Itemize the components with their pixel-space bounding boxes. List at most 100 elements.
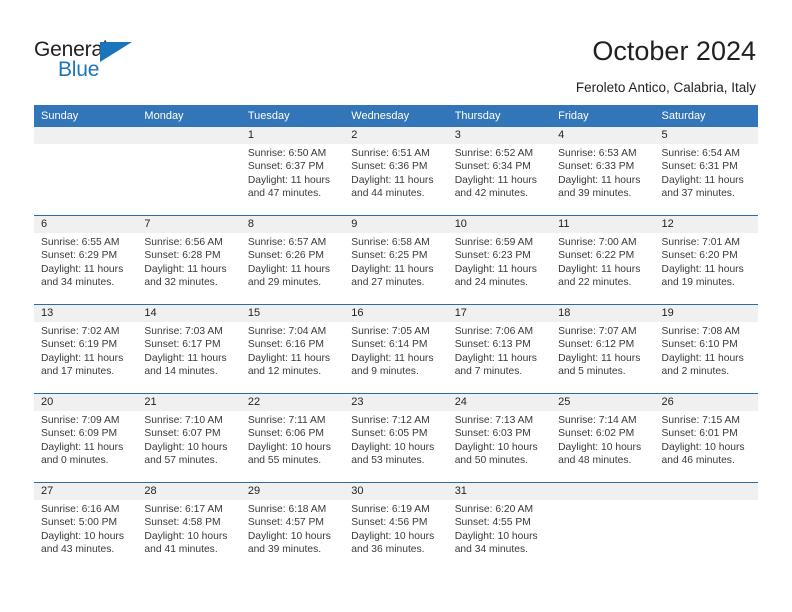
day-sun-details: Sunrise: 7:02 AM Sunset: 6:19 PM Daylight:… — [34, 322, 137, 378]
calendar-day-cell[interactable]: 23 Sunrise: 7:12 AM Sunset: 6:05 PM Dayligh… — [344, 393, 448, 483]
daylight-duration-line1: Daylight: 10 hours — [661, 441, 745, 453]
daylight-duration-line2: and 43 minutes. — [41, 543, 115, 555]
day-number: 19 — [654, 305, 758, 322]
calendar-day-cell[interactable]: 20 Sunrise: 7:09 AM Sunset: 6:09 PM Dayligh… — [34, 393, 138, 483]
day-sun-details: Sunrise: 6:20 AM Sunset: 4:55 PM Daylight:… — [448, 500, 551, 556]
day-number: 3 — [447, 127, 552, 144]
sunrise-time: Sunrise: 6:53 AM — [558, 148, 637, 159]
calendar-day-cell[interactable]: 28 Sunrise: 6:17 AM Sunset: 4:58 PM Dayligh… — [137, 482, 241, 571]
sunrise-time: Sunrise: 6:57 AM — [247, 237, 327, 248]
calendar-day-cell[interactable]: 14 Sunrise: 7:03 AM Sunset: 6:17 PM Dayligh… — [137, 304, 241, 394]
daylight-duration-line2: and 39 minutes. — [558, 187, 632, 199]
day-sun-details: Sunrise: 7:00 AM Sunset: 6:22 PM Daylight:… — [551, 233, 654, 289]
sunset-time: Sunset: 4:56 PM — [351, 517, 428, 529]
daylight-duration-line1: Daylight: 10 hours — [144, 441, 228, 453]
calendar-day-cell[interactable]: 16 Sunrise: 7:05 AM Sunset: 6:14 PM Dayligh… — [344, 304, 448, 394]
day-number: 18 — [551, 305, 655, 322]
blue-triangle-icon — [100, 42, 132, 62]
day-sun-details: Sunrise: 7:06 AM Sunset: 6:13 PM Daylight:… — [448, 322, 551, 378]
sunset-time: Sunset: 6:20 PM — [661, 250, 738, 262]
calendar-day-cell[interactable]: 18 Sunrise: 7:07 AM Sunset: 6:12 PM Dayligh… — [551, 304, 655, 394]
calendar-day-cell[interactable]: 7 Sunrise: 6:56 AM Sunset: 6:28 PM Daylight… — [137, 215, 241, 305]
sunset-time: Sunset: 5:00 PM — [41, 517, 118, 529]
day-number: 2 — [344, 127, 448, 144]
calendar-day-cell[interactable]: 21 Sunrise: 7:10 AM Sunset: 6:07 PM Dayligh… — [137, 393, 241, 483]
sunrise-time: Sunrise: 7:08 AM — [661, 326, 740, 337]
general-blue-logo[interactable]: General Blue — [34, 38, 194, 88]
calendar-day-cell[interactable]: 10 Sunrise: 6:59 AM Sunset: 6:23 PM Dayligh… — [447, 215, 552, 305]
calendar-day-cell[interactable]: 12 Sunrise: 7:01 AM Sunset: 6:20 PM Dayligh… — [654, 215, 758, 305]
sunrise-time: Sunrise: 6:59 AM — [454, 237, 534, 248]
calendar-day-cell[interactable]: 2 Sunrise: 6:51 AM Sunset: 6:36 PM Daylight… — [344, 127, 448, 216]
day-sun-details: Sunrise: 7:15 AM Sunset: 6:01 PM Daylight:… — [655, 411, 758, 467]
daylight-duration-line1: Daylight: 10 hours — [454, 441, 538, 453]
weekday-header-thursday: Thursday — [447, 105, 552, 127]
sunset-time: Sunset: 4:58 PM — [144, 517, 221, 529]
calendar-day-cell[interactable]: 15 Sunrise: 7:04 AM Sunset: 6:16 PM Dayligh… — [240, 304, 345, 394]
daylight-duration-line2: and 48 minutes. — [558, 454, 632, 466]
sunrise-time: Sunrise: 6:54 AM — [661, 148, 740, 159]
calendar-day-cell[interactable]: 6 Sunrise: 6:55 AM Sunset: 6:29 PM Daylight… — [34, 215, 138, 305]
sunset-time: Sunset: 6:09 PM — [41, 428, 118, 440]
daylight-duration-line2: and 7 minutes. — [454, 365, 523, 377]
sunset-time: Sunset: 6:03 PM — [454, 428, 531, 440]
day-number: 24 — [447, 394, 552, 411]
sunset-time: Sunset: 6:02 PM — [558, 428, 635, 440]
sunrise-time: Sunrise: 6:19 AM — [351, 504, 430, 515]
calendar-day-cell[interactable]: 5 Sunrise: 6:54 AM Sunset: 6:31 PM Daylight… — [654, 127, 758, 216]
daylight-duration-line1: Daylight: 11 hours — [454, 352, 537, 364]
daylight-duration-line1: Daylight: 11 hours — [661, 352, 744, 364]
sunrise-time: Sunrise: 6:50 AM — [247, 148, 327, 159]
sunrise-time: Sunrise: 6:55 AM — [41, 237, 120, 248]
sunset-time: Sunset: 4:57 PM — [247, 517, 324, 529]
daylight-duration-line2: and 50 minutes. — [454, 454, 528, 466]
weekday-header-sunday: Sunday — [34, 105, 138, 127]
daylight-duration-line1: Daylight: 10 hours — [558, 441, 642, 453]
calendar-day-cell[interactable]: 11 Sunrise: 7:00 AM Sunset: 6:22 PM Dayligh… — [551, 215, 655, 305]
sunset-time: Sunset: 6:34 PM — [454, 161, 531, 173]
weekday-header-tuesday: Tuesday — [240, 105, 345, 127]
calendar-day-cell[interactable]: 27 Sunrise: 6:16 AM Sunset: 5:00 PM Dayligh… — [34, 482, 138, 571]
calendar-body: 1 Sunrise: 6:50 AM Sunset: 6:37 PM Daylight… — [34, 127, 758, 571]
day-sun-details: Sunrise: 6:18 AM Sunset: 4:57 PM Daylight:… — [241, 500, 344, 556]
calendar-day-cell[interactable]: 8 Sunrise: 6:57 AM Sunset: 6:26 PM Daylight… — [240, 215, 345, 305]
weekday-header-row: Sunday Monday Tuesday Wednesday Thursday… — [34, 105, 758, 127]
day-number: 4 — [551, 127, 655, 144]
daylight-duration-line2: and 14 minutes. — [144, 365, 218, 377]
sunset-time: Sunset: 6:01 PM — [661, 428, 738, 440]
calendar-day-cell[interactable]: 19 Sunrise: 7:08 AM Sunset: 6:10 PM Dayligh… — [654, 304, 758, 394]
daylight-duration-line2: and 55 minutes. — [247, 454, 322, 466]
calendar-day-cell[interactable]: 25 Sunrise: 7:14 AM Sunset: 6:02 PM Dayligh… — [551, 393, 655, 483]
sunset-time: Sunset: 6:16 PM — [247, 339, 324, 351]
calendar-day-cell[interactable]: 26 Sunrise: 7:15 AM Sunset: 6:01 PM Dayligh… — [654, 393, 758, 483]
daylight-duration-line1: Daylight: 11 hours — [247, 263, 331, 275]
day-number: 14 — [137, 305, 241, 322]
page-header: General Blue October 2024 Feroleto Antic… — [0, 0, 792, 100]
day-sun-details: Sunrise: 7:10 AM Sunset: 6:07 PM Daylight:… — [137, 411, 240, 467]
day-number — [137, 127, 241, 144]
sunrise-time: Sunrise: 7:10 AM — [144, 415, 223, 426]
sunrise-time: Sunrise: 7:11 AM — [247, 415, 326, 426]
day-number: 5 — [654, 127, 758, 144]
daylight-duration-line1: Daylight: 11 hours — [247, 352, 331, 364]
day-number: 15 — [240, 305, 345, 322]
day-number: 11 — [551, 216, 655, 233]
calendar-day-cell[interactable]: 1 Sunrise: 6:50 AM Sunset: 6:37 PM Daylight… — [240, 127, 345, 216]
weekday-header-saturday: Saturday — [654, 105, 758, 127]
day-sun-details — [551, 500, 654, 503]
calendar-day-cell[interactable]: 30 Sunrise: 6:19 AM Sunset: 4:56 PM Dayligh… — [344, 482, 448, 571]
daylight-duration-line2: and 0 minutes. — [41, 454, 109, 466]
calendar-day-cell[interactable]: 22 Sunrise: 7:11 AM Sunset: 6:06 PM Dayligh… — [240, 393, 345, 483]
calendar-day-cell[interactable]: 29 Sunrise: 6:18 AM Sunset: 4:57 PM Dayligh… — [240, 482, 345, 571]
calendar-day-cell[interactable]: 17 Sunrise: 7:06 AM Sunset: 6:13 PM Dayligh… — [447, 304, 552, 394]
calendar-day-cell[interactable]: 24 Sunrise: 7:13 AM Sunset: 6:03 PM Dayligh… — [447, 393, 552, 483]
calendar-day-cell[interactable]: 9 Sunrise: 6:58 AM Sunset: 6:25 PM Daylight… — [344, 215, 448, 305]
day-number: 31 — [447, 483, 552, 500]
calendar-day-cell[interactable]: 13 Sunrise: 7:02 AM Sunset: 6:19 PM Dayligh… — [34, 304, 138, 394]
sunset-time: Sunset: 6:28 PM — [144, 250, 221, 262]
day-number — [551, 483, 655, 500]
calendar-day-cell[interactable]: 3 Sunrise: 6:52 AM Sunset: 6:34 PM Daylight… — [447, 127, 552, 216]
calendar-day-cell[interactable]: 4 Sunrise: 6:53 AM Sunset: 6:33 PM Daylight… — [551, 127, 655, 216]
day-sun-details: Sunrise: 7:13 AM Sunset: 6:03 PM Daylight:… — [448, 411, 551, 467]
calendar-day-cell[interactable]: 31 Sunrise: 6:20 AM Sunset: 4:55 PM Dayligh… — [447, 482, 552, 571]
